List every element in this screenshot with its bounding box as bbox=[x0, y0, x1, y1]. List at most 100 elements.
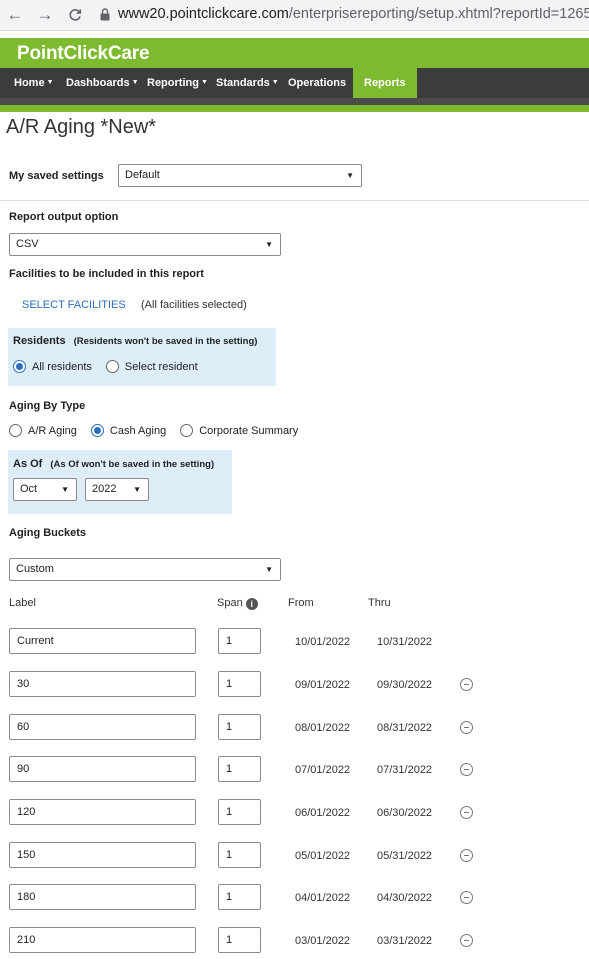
aging-buckets-select[interactable]: Custom ▼ bbox=[9, 558, 281, 581]
remove-bucket-icon[interactable] bbox=[460, 763, 473, 776]
bucket-thru-date: 04/30/2022 bbox=[377, 892, 433, 904]
residents-label: Residents (Residents won't be saved in th… bbox=[13, 335, 257, 347]
output-option-label: Report output option bbox=[9, 211, 119, 223]
remove-bucket-icon[interactable] bbox=[460, 806, 473, 819]
column-header-span-text: Span bbox=[217, 597, 243, 609]
nav-home[interactable]: Home ▼ bbox=[14, 68, 54, 98]
bucket-label-input[interactable]: 120 bbox=[9, 799, 196, 825]
column-header-thru: Thru bbox=[368, 597, 391, 609]
output-option-select[interactable]: CSV ▼ bbox=[9, 233, 281, 256]
nav-reports[interactable]: Reports bbox=[353, 68, 417, 98]
radio-cash-aging[interactable]: Cash Aging bbox=[90, 424, 167, 437]
bucket-span-input[interactable]: 1 bbox=[218, 628, 261, 654]
bucket-from-date: 08/01/2022 bbox=[295, 722, 351, 734]
bucket-thru-date: 07/31/2022 bbox=[377, 764, 433, 776]
chevron-down-icon: ▼ bbox=[346, 171, 354, 180]
bucket-from-date: 04/01/2022 bbox=[295, 892, 351, 904]
reload-icon[interactable] bbox=[64, 4, 86, 26]
nav-dashboards[interactable]: Dashboards ▼ bbox=[66, 68, 139, 98]
bucket-from-date: 05/01/2022 bbox=[295, 850, 351, 862]
bucket-thru-date: 05/31/2022 bbox=[377, 850, 433, 862]
bucket-label-input[interactable]: 150 bbox=[9, 842, 196, 868]
bucket-from-date: 10/01/2022 bbox=[295, 636, 351, 648]
app-header: PointClickCare bbox=[0, 38, 589, 68]
info-icon[interactable]: i bbox=[245, 598, 258, 610]
radio-cash-aging-label: Cash Aging bbox=[109, 424, 167, 437]
bucket-from-date: 06/01/2022 bbox=[295, 807, 351, 819]
saved-settings-select[interactable]: Default ▼ bbox=[118, 164, 362, 187]
radio-select-resident[interactable]: Select resident bbox=[105, 360, 198, 373]
bucket-label-input[interactable]: 210 bbox=[9, 927, 196, 953]
bucket-label-input[interactable]: 60 bbox=[9, 714, 196, 740]
nav-reporting-label: Reporting bbox=[147, 77, 199, 89]
select-facilities-link[interactable]: SELECT FACILITIES bbox=[22, 299, 126, 311]
forward-icon[interactable]: → bbox=[34, 4, 56, 26]
bucket-row: 120 1 06/01/2022 06/30/2022 bbox=[0, 799, 589, 827]
radio-ar-aging-label: A/R Aging bbox=[28, 424, 77, 437]
url-path: /enterprisereporting/setup.xhtml?reportI… bbox=[288, 6, 589, 22]
nav-operations[interactable]: Operations bbox=[288, 68, 346, 98]
nav-standards[interactable]: Standards ▼ bbox=[216, 68, 279, 98]
bucket-row: 60 1 08/01/2022 08/31/2022 bbox=[0, 714, 589, 742]
bucket-thru-date: 06/30/2022 bbox=[377, 807, 433, 819]
header-divider bbox=[0, 98, 589, 112]
radio-empty-icon bbox=[9, 424, 22, 437]
remove-bucket-icon[interactable] bbox=[460, 721, 473, 734]
facilities-label: Facilities to be included in this report bbox=[9, 268, 204, 280]
chevron-down-icon: ▼ bbox=[200, 79, 208, 86]
nav-home-label: Home bbox=[14, 77, 45, 89]
remove-bucket-icon[interactable] bbox=[460, 891, 473, 904]
nav-reporting[interactable]: Reporting ▼ bbox=[147, 68, 208, 98]
aging-buckets-value: Custom bbox=[16, 563, 54, 575]
bucket-thru-date: 10/31/2022 bbox=[377, 636, 433, 648]
chevron-down-icon: ▼ bbox=[265, 240, 273, 249]
chevron-down-icon: ▼ bbox=[46, 79, 54, 86]
radio-corporate-summary[interactable]: Corporate Summary bbox=[180, 424, 298, 437]
saved-settings-label: My saved settings bbox=[9, 170, 104, 182]
bucket-span-input[interactable]: 1 bbox=[218, 756, 261, 782]
radio-corporate-summary-label: Corporate Summary bbox=[199, 424, 299, 437]
chevron-down-icon: ▼ bbox=[61, 485, 69, 494]
bucket-label-input[interactable]: 30 bbox=[9, 671, 196, 697]
column-header-from: From bbox=[288, 597, 314, 609]
as-of-note: (As Of won't be saved in the setting) bbox=[50, 459, 215, 470]
as-of-month-value: Oct bbox=[20, 483, 38, 495]
bucket-span-input[interactable]: 1 bbox=[218, 927, 261, 953]
aging-type-label: Aging By Type bbox=[9, 400, 86, 412]
bucket-row: 210 1 03/01/2022 03/31/2022 bbox=[0, 927, 589, 955]
bucket-row: 30 1 09/01/2022 09/30/2022 bbox=[0, 671, 589, 699]
bucket-span-input[interactable]: 1 bbox=[218, 842, 261, 868]
remove-bucket-icon[interactable] bbox=[460, 849, 473, 862]
bucket-span-input[interactable]: 1 bbox=[218, 671, 261, 697]
radio-selected-icon bbox=[90, 424, 104, 437]
bucket-thru-date: 03/31/2022 bbox=[377, 935, 433, 947]
back-icon[interactable]: ← bbox=[4, 4, 26, 26]
residents-radio-group: All residents Select resident bbox=[13, 360, 212, 373]
nav-standards-label: Standards bbox=[216, 77, 270, 89]
remove-bucket-icon[interactable] bbox=[460, 678, 473, 691]
as-of-year-value: 2022 bbox=[92, 483, 117, 495]
as-of-year-select[interactable]: 2022 ▼ bbox=[85, 478, 149, 501]
as-of-month-select[interactable]: Oct ▼ bbox=[13, 478, 77, 501]
bucket-span-input[interactable]: 1 bbox=[218, 884, 261, 910]
browser-toolbar: ← → www20.pointclickcare.com/enterpriser… bbox=[0, 0, 589, 31]
radio-selected-icon bbox=[13, 360, 26, 373]
as-of-label-text: As Of bbox=[13, 458, 43, 470]
remove-bucket-icon[interactable] bbox=[460, 934, 473, 947]
chevron-down-icon: ▼ bbox=[265, 565, 273, 574]
bucket-label-input[interactable]: 180 bbox=[9, 884, 196, 910]
radio-all-residents[interactable]: All residents bbox=[13, 360, 92, 373]
residents-label-text: Residents bbox=[13, 335, 66, 347]
bucket-thru-date: 08/31/2022 bbox=[377, 722, 433, 734]
chevron-down-icon: ▼ bbox=[271, 79, 279, 86]
bucket-span-input[interactable]: 1 bbox=[218, 714, 261, 740]
bucket-row: 180 1 04/01/2022 04/30/2022 bbox=[0, 884, 589, 912]
bucket-label-input[interactable]: 90 bbox=[9, 756, 196, 782]
radio-ar-aging[interactable]: A/R Aging bbox=[9, 424, 77, 437]
bucket-span-input[interactable]: 1 bbox=[218, 799, 261, 825]
app-logo[interactable]: PointClickCare bbox=[17, 43, 150, 65]
page-title: A/R Aging *New* bbox=[6, 116, 157, 138]
bucket-label-input[interactable]: Current bbox=[9, 628, 196, 654]
address-bar[interactable]: www20.pointclickcare.com/enterpriserepor… bbox=[118, 6, 589, 22]
as-of-label: As Of (As Of won't be saved in the settin… bbox=[13, 458, 214, 470]
